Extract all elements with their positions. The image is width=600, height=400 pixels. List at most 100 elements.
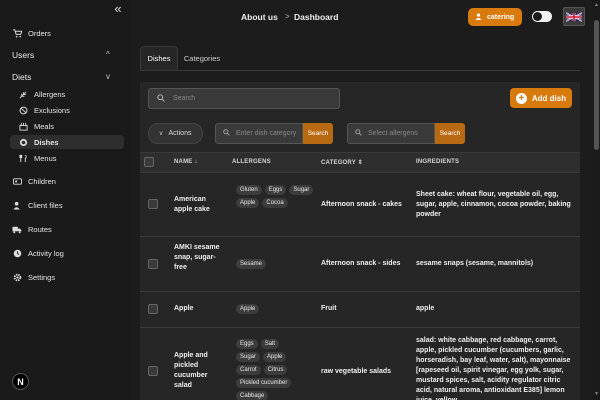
sidebar-item-dishes[interactable]: Dishes [10, 135, 124, 149]
chevron-down-icon[interactable]: v [106, 72, 110, 81]
allergens-search-button[interactable]: Search [435, 123, 465, 144]
sidebar-item-settings[interactable]: Settings [12, 272, 55, 282]
column-header-allergens: ALLERGENS [232, 159, 271, 165]
dish-category: Afternoon snack - sides [321, 260, 401, 267]
scroll-up-icon[interactable]: ▲ [594, 2, 599, 8]
allergen-tag: Eggs [264, 185, 287, 195]
chevron-up-icon[interactable]: ^ [106, 50, 110, 59]
plate-icon [18, 137, 28, 147]
breadcrumb-separator: > [285, 12, 290, 21]
sidebar-item-label: Client files [28, 200, 63, 210]
allergen-tag: Apple [236, 304, 260, 314]
sidebar-section-users[interactable]: Users [12, 50, 34, 60]
meals-icon [18, 121, 28, 131]
table-row[interactable]: Apple and pickled cucumber salad Eggs Sa… [140, 328, 580, 400]
select-all-checkbox[interactable] [144, 157, 154, 167]
table-row[interactable]: Apple Apple Fruit apple [140, 292, 580, 328]
scroll-down-icon[interactable]: ▼ [594, 391, 599, 397]
dish-category: raw vegetable salads [321, 368, 392, 375]
search-box[interactable] [148, 88, 340, 109]
theme-toggle[interactable] [532, 11, 552, 22]
allergens-select[interactable]: Select allergens [347, 123, 435, 144]
allergen-tags: Gluten Eggs Sugar Apple Cocoa [236, 185, 316, 208]
user-label: catering [487, 13, 515, 21]
sidebar-item-routes[interactable]: Routes [12, 224, 52, 234]
allergen-tag: Cabbage [236, 391, 269, 400]
allergen-tag: Salt [260, 339, 280, 349]
dishes-panel: + Add dish v Actions Enter dish category… [140, 82, 580, 400]
dish-name: AMKI sesame snap, sugar-free [174, 244, 220, 271]
tab-categories[interactable]: Categories [184, 46, 220, 70]
allergen-tag: Sesame [236, 259, 267, 269]
row-checkbox[interactable] [148, 259, 158, 269]
plus-circle-icon: + [515, 92, 527, 104]
dish-category-placeholder: Enter dish category [236, 130, 297, 137]
sidebar-item-label: Allergens [34, 89, 66, 99]
dish-category-input[interactable]: Enter dish category [215, 123, 303, 144]
search-icon [223, 129, 230, 138]
scrollbar-thumb[interactable] [594, 20, 599, 150]
add-dish-label: Add dish [531, 93, 567, 103]
gear-icon [12, 272, 22, 282]
sidebar-item-client-files[interactable]: Client files [12, 200, 63, 210]
double-chevron-left-icon[interactable]: « [111, 2, 125, 15]
allergen-tags: Apple [236, 304, 316, 314]
chevron-down-icon: v [159, 130, 163, 137]
cart-icon [12, 28, 22, 38]
table-row[interactable]: AMKI sesame snap, sugar-free Sesame Afte… [140, 237, 580, 292]
uk-flag-icon [566, 11, 582, 22]
table-row[interactable]: American apple cake Gluten Eggs Sugar Ap… [140, 173, 580, 237]
actions-dropdown[interactable]: v Actions [148, 123, 203, 144]
allergen-tag: Carrot [236, 365, 261, 375]
user-icon [475, 12, 482, 22]
search-icon [157, 93, 165, 104]
allergen-tag: Citrus [263, 365, 288, 375]
dish-category: Afternoon snack - cakes [321, 201, 402, 208]
table-header: NAME ↓ ALLERGENS CATEGORY ⇕ INGREDIENTS [140, 152, 580, 173]
client-files-icon [12, 200, 22, 210]
sidebar-item-label: Exclusions [34, 105, 70, 115]
row-checkbox[interactable] [148, 304, 158, 314]
sidebar-item-allergens[interactable]: Allergens [18, 88, 65, 100]
column-header-category[interactable]: CATEGORY ⇕ [321, 159, 363, 166]
allergen-tag: Sugar [289, 185, 314, 195]
breadcrumb-about-us[interactable]: About us [241, 12, 278, 22]
sidebar-item-orders[interactable]: Orders [12, 28, 51, 38]
search-icon [355, 129, 362, 138]
allergen-tag: Gluten [236, 185, 262, 195]
page-scrollbar[interactable]: ▲ ▼ [593, 0, 600, 400]
sidebar-item-label: Activity log [28, 248, 64, 258]
column-header-ingredients: INGREDIENTS [416, 159, 460, 165]
sidebar-item-label: Meals [34, 121, 55, 131]
feather-icon [18, 89, 28, 99]
dish-name: Apple [174, 305, 194, 312]
sidebar: « Orders Users ^ Diets v Allergens Exclu… [0, 0, 130, 400]
dish-ingredients: sesame snaps (sesame, mannitols) [416, 260, 534, 267]
allergen-tag: Apple [236, 198, 260, 208]
sidebar-item-children[interactable]: Children [12, 176, 56, 186]
allergens-placeholder: Select allergens [368, 130, 418, 137]
row-checkbox[interactable] [148, 199, 158, 209]
cutlery-icon [18, 153, 28, 163]
row-checkbox[interactable] [148, 366, 158, 376]
allergen-tag: Cocoa [262, 198, 288, 208]
tab-dishes[interactable]: Dishes [140, 46, 178, 70]
dish-category-search-button[interactable]: Search [303, 123, 333, 144]
column-header-name[interactable]: NAME ↓ [174, 159, 198, 165]
sidebar-item-label: Routes [28, 224, 52, 234]
sidebar-section-diets[interactable]: Diets [12, 72, 31, 82]
user-button[interactable]: catering [468, 8, 522, 26]
sidebar-item-meals[interactable]: Meals [18, 120, 54, 132]
truck-icon [12, 224, 22, 234]
avatar[interactable]: N [12, 373, 29, 390]
dish-ingredients: Sheet cake: wheat flour, vegetable oil, … [416, 191, 571, 218]
toggle-knob [533, 12, 542, 21]
sidebar-item-menus[interactable]: Menus [18, 152, 57, 164]
add-dish-button[interactable]: + Add dish [510, 88, 572, 108]
search-input[interactable] [173, 95, 323, 102]
sidebar-item-activity-log[interactable]: Activity log [12, 248, 64, 258]
language-button[interactable] [563, 7, 585, 26]
breadcrumb-dashboard: Dashboard [294, 12, 339, 22]
allergen-tag: Pickled cucumber [236, 378, 292, 388]
sidebar-item-exclusions[interactable]: Exclusions [18, 104, 70, 116]
